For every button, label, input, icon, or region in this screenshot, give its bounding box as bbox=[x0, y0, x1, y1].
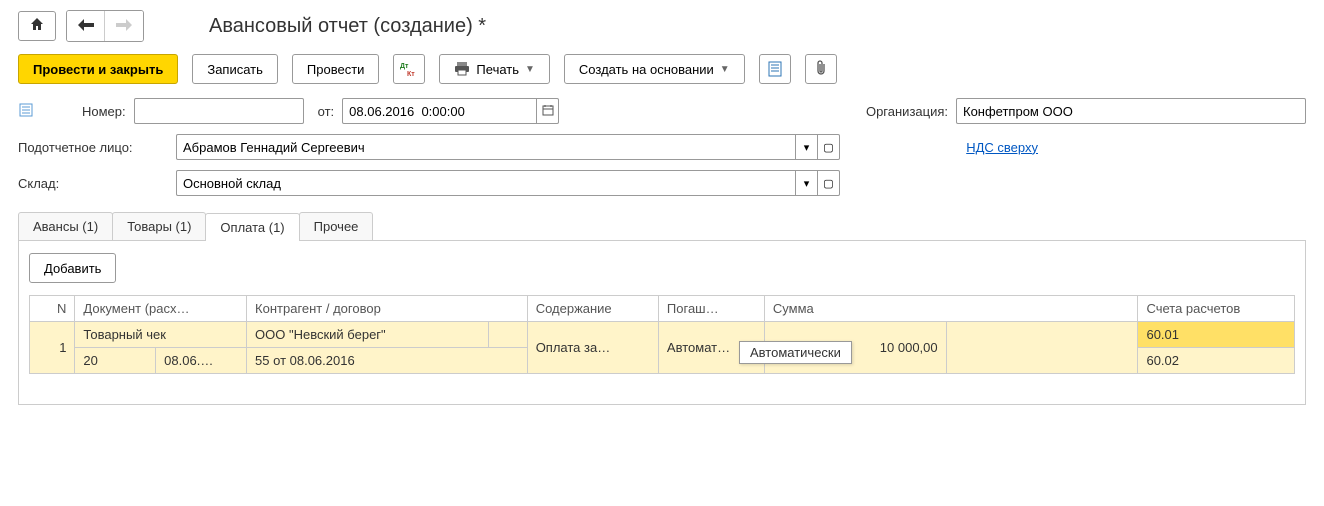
open-icon: ▢ bbox=[823, 177, 833, 190]
cell-doc-date[interactable]: 08.06.… bbox=[156, 348, 247, 374]
tab-content: Добавить N Документ (расх… Контрагент / … bbox=[18, 241, 1306, 405]
cell-acc2[interactable]: 60.02 bbox=[1138, 348, 1295, 374]
svg-text:Дт: Дт bbox=[400, 63, 409, 70]
create-based-label: Создать на основании bbox=[579, 62, 714, 77]
warehouse-label: Склад: bbox=[18, 176, 168, 191]
chevron-down-icon: ▼ bbox=[525, 64, 535, 75]
vat-link[interactable]: НДС сверху bbox=[966, 140, 1038, 155]
warehouse-dropdown-button[interactable]: ▾ bbox=[796, 170, 818, 196]
tab-payment[interactable]: Оплата (1) bbox=[205, 213, 299, 241]
arrow-left-icon bbox=[78, 18, 94, 35]
attach-button[interactable] bbox=[805, 54, 837, 84]
col-doc[interactable]: Документ (расх… bbox=[75, 296, 247, 322]
document-icon bbox=[768, 61, 782, 77]
history-nav bbox=[66, 10, 144, 42]
date-picker-button[interactable] bbox=[537, 98, 559, 124]
chevron-down-icon: ▼ bbox=[720, 64, 730, 75]
arrow-right-icon bbox=[116, 18, 132, 35]
page-title: Авансовый отчет (создание) * bbox=[209, 15, 486, 38]
chevron-down-icon: ▾ bbox=[804, 177, 810, 190]
print-label: Печать bbox=[476, 62, 519, 77]
post-and-close-button[interactable]: Провести и закрыть bbox=[18, 54, 178, 84]
number-label: Номер: bbox=[82, 104, 126, 119]
col-content[interactable]: Содержание bbox=[527, 296, 658, 322]
cell-content[interactable]: Оплата за… bbox=[527, 322, 658, 374]
cell-doc-type[interactable]: Товарный чек bbox=[75, 322, 247, 348]
tab-advances[interactable]: Авансы (1) bbox=[18, 212, 113, 240]
print-button[interactable]: Печать ▼ bbox=[439, 54, 550, 84]
home-icon bbox=[29, 16, 45, 36]
tabs-bar: Авансы (1) Товары (1) Оплата (1) Прочее bbox=[18, 212, 1306, 241]
warehouse-open-button[interactable]: ▢ bbox=[818, 170, 840, 196]
back-button[interactable] bbox=[67, 11, 105, 41]
table-row[interactable]: 1 Товарный чек ООО "Невский берег" Оплат… bbox=[30, 322, 1295, 348]
number-input[interactable] bbox=[134, 98, 304, 124]
person-label: Подотчетное лицо: bbox=[18, 140, 168, 155]
post-button[interactable]: Провести bbox=[292, 54, 380, 84]
person-open-button[interactable]: ▢ bbox=[818, 134, 840, 160]
forward-button[interactable] bbox=[105, 11, 143, 41]
create-based-on-button[interactable]: Создать на основании ▼ bbox=[564, 54, 745, 84]
tab-other[interactable]: Прочее bbox=[299, 212, 374, 240]
dt-kt-icon: Дт Кт bbox=[400, 61, 418, 77]
calendar-icon bbox=[542, 104, 554, 119]
cell-contract[interactable]: 55 от 08.06.2016 bbox=[247, 348, 528, 374]
payment-table: N Документ (расх… Контрагент / договор С… bbox=[29, 295, 1295, 374]
col-accounts[interactable]: Счета расчетов bbox=[1138, 296, 1295, 322]
warehouse-input[interactable] bbox=[176, 170, 796, 196]
col-counterparty[interactable]: Контрагент / договор bbox=[247, 296, 528, 322]
cell-counterparty[interactable]: ООО "Невский берег" bbox=[247, 322, 489, 348]
person-dropdown-button[interactable]: ▾ bbox=[796, 134, 818, 160]
cell-n[interactable]: 1 bbox=[30, 322, 75, 374]
dt-kt-button[interactable]: Дт Кт bbox=[393, 54, 425, 84]
org-input[interactable] bbox=[956, 98, 1306, 124]
cell-acc1[interactable]: 60.01 bbox=[1138, 322, 1295, 348]
org-label: Организация: bbox=[866, 104, 948, 119]
paperclip-icon bbox=[815, 60, 827, 79]
person-input[interactable] bbox=[176, 134, 796, 160]
svg-text:Кт: Кт bbox=[407, 71, 415, 77]
col-repay[interactable]: Погаш… bbox=[658, 296, 764, 322]
cell-doc-num[interactable]: 20 bbox=[75, 348, 156, 374]
col-n[interactable]: N bbox=[30, 296, 75, 322]
report-button[interactable] bbox=[759, 54, 791, 84]
table-header-row: N Документ (расх… Контрагент / договор С… bbox=[30, 296, 1295, 322]
col-sum[interactable]: Сумма bbox=[764, 296, 1138, 322]
cell-counterparty-btn[interactable] bbox=[489, 322, 527, 348]
date-label: от: bbox=[318, 104, 335, 119]
home-button[interactable] bbox=[18, 11, 56, 41]
chevron-down-icon: ▾ bbox=[804, 141, 810, 154]
printer-icon bbox=[454, 62, 470, 76]
open-icon: ▢ bbox=[823, 141, 833, 154]
cell-sum-extra[interactable] bbox=[946, 322, 1138, 374]
add-row-button[interactable]: Добавить bbox=[29, 253, 116, 283]
tab-goods[interactable]: Товары (1) bbox=[112, 212, 206, 240]
date-input[interactable] bbox=[342, 98, 537, 124]
save-button[interactable]: Записать bbox=[192, 54, 278, 84]
tooltip: Автоматически bbox=[739, 341, 852, 364]
document-status-icon bbox=[18, 102, 34, 121]
